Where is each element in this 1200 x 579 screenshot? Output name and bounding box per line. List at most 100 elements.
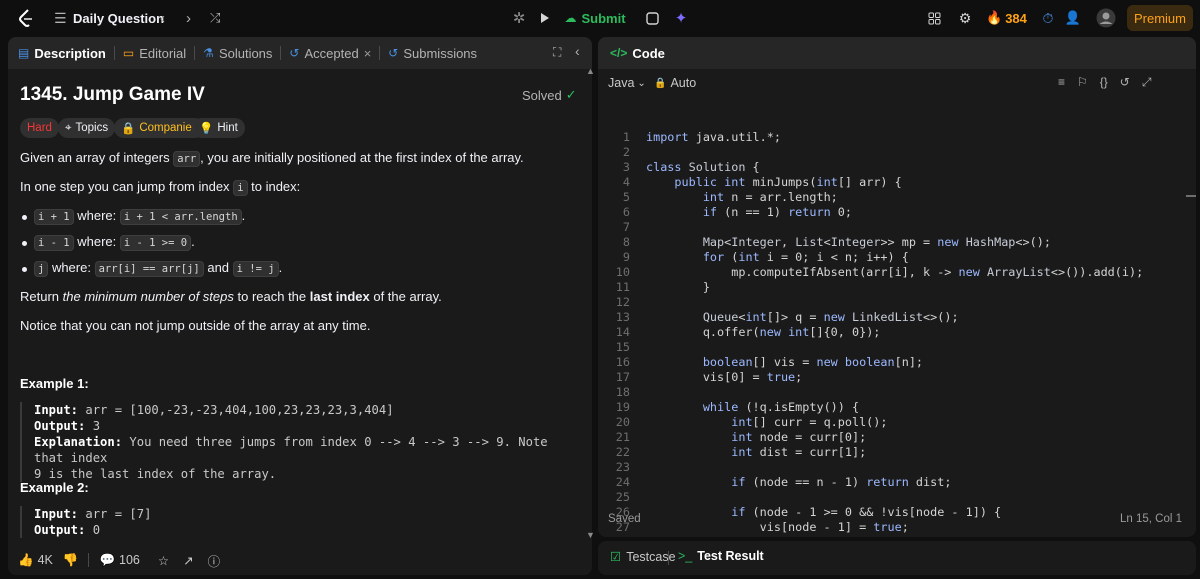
code-line[interactable]: 14 q.offer(new int[]{0, 0}); xyxy=(598,325,1188,340)
timer-icon[interactable]: ⏱ xyxy=(1038,6,1058,30)
premium-button[interactable]: Premium xyxy=(1127,5,1193,31)
maximize-icon[interactable]: ⛶ xyxy=(553,45,561,60)
language-select[interactable]: Java ⌄ xyxy=(608,70,646,96)
code-line[interactable]: 11 } xyxy=(598,280,1188,295)
tab-code[interactable]: </> Code xyxy=(604,37,671,69)
code-line[interactable]: 16 boolean[] vis = new boolean[n]; xyxy=(598,355,1188,370)
format-lines-icon[interactable]: ≡ xyxy=(1058,75,1065,90)
code-line[interactable]: 23 xyxy=(598,460,1188,475)
topics-label: Topics xyxy=(75,122,109,134)
code-line[interactable]: 8 Map<Integer, List<Integer>> mp = new H… xyxy=(598,235,1188,250)
reset-icon[interactable]: ↺ xyxy=(1120,75,1130,90)
tab-solutions[interactable]: ⚗ Solutions xyxy=(197,37,278,69)
line-number: 18 xyxy=(615,385,630,399)
tab-accepted[interactable]: ↺ Accepted × xyxy=(283,37,377,69)
bullet-item-2: i - 1 where: i - 1 >= 0. xyxy=(34,234,195,251)
panel-resizer[interactable] xyxy=(593,37,597,575)
code-line[interactable]: 15 xyxy=(598,340,1188,355)
code-text: mp.computeIfAbsent(arr[i], k -> new Arra… xyxy=(646,265,1144,279)
line-number: 14 xyxy=(615,325,630,339)
run-button[interactable] xyxy=(533,5,557,31)
comments-button[interactable]: 💬 106 xyxy=(99,553,139,568)
code-line[interactable]: 10 mp.computeIfAbsent(arr[i], k -> new A… xyxy=(598,265,1188,280)
companies-chip[interactable]: 🔒 Companies xyxy=(114,118,205,138)
leetcode-logo-icon[interactable] xyxy=(18,0,34,36)
line-number: 5 xyxy=(622,190,630,204)
code-text: vis[node - 1] = true; xyxy=(646,520,909,534)
code-line[interactable]: 2 xyxy=(598,145,1188,160)
favorite-star-icon[interactable]: ☆ xyxy=(158,553,169,568)
code-line[interactable]: 9 for (int i = 0; i < n; i++) { xyxy=(598,250,1188,265)
lock-icon: 🔒 xyxy=(121,123,136,135)
settings-gear-icon[interactable]: ⚙ xyxy=(955,6,975,30)
add-friend-icon[interactable]: 👤 xyxy=(1063,6,1083,30)
code-tab-bar: </> Code xyxy=(598,37,1196,69)
scroll-down-icon[interactable]: ▼ xyxy=(586,530,595,540)
code-line[interactable]: 24 if (node == n - 1) return dist; xyxy=(598,475,1188,490)
debug-icon[interactable]: ✲ xyxy=(508,6,530,30)
scrollbar-thumb[interactable] xyxy=(1186,195,1196,197)
code-line[interactable]: 21 int node = curr[0]; xyxy=(598,430,1188,445)
line-number: 13 xyxy=(615,310,630,324)
tab-divider xyxy=(668,551,669,565)
code-line[interactable]: 6 if (n == 1) return 0; xyxy=(598,205,1188,220)
ai-sparkle-icon[interactable]: ✦ xyxy=(671,6,691,30)
bullet-item-3: j where: arr[i] == arr[j] and i != j. xyxy=(34,260,282,277)
prev-problem-icon[interactable]: ‹ xyxy=(160,0,165,36)
code-line[interactable]: 5 int n = arr.length; xyxy=(598,190,1188,205)
expand-icon[interactable]: ⤢ xyxy=(1142,75,1152,90)
like-button[interactable]: 👍 4K xyxy=(18,553,53,568)
submit-button[interactable]: ☁ Submit xyxy=(560,5,630,31)
tab-accepted-label: Accepted xyxy=(304,45,359,61)
code-line[interactable]: 22 int dist = curr[1]; xyxy=(598,445,1188,460)
auto-mode-toggle[interactable]: 🔒 Auto xyxy=(654,70,696,96)
code-line[interactable]: 13 Queue<int[]> q = new LinkedList<>(); xyxy=(598,310,1188,325)
code-line[interactable]: 20 int[] curr = q.poll(); xyxy=(598,415,1188,430)
code-line[interactable]: 7 xyxy=(598,220,1188,235)
cursor-position: Ln 15, Col 1 xyxy=(1119,513,1182,525)
tab-testcase[interactable]: ☑ Testcase xyxy=(610,549,676,565)
dislike-button[interactable]: 👎 xyxy=(63,553,79,568)
bookmark-icon[interactable]: ⚐ xyxy=(1077,75,1088,90)
tab-description[interactable]: ▤ Description xyxy=(12,37,112,69)
share-icon[interactable]: ↗ xyxy=(183,553,193,568)
line-number: 17 xyxy=(615,370,630,384)
avatar[interactable] xyxy=(1094,6,1118,30)
hint-chip[interactable]: 💡 Hint xyxy=(192,118,245,138)
difficulty-badge: Hard xyxy=(20,118,59,138)
code-line[interactable]: 12 xyxy=(598,295,1188,310)
problem-list-icon[interactable]: ☰ xyxy=(54,0,67,36)
streak-counter[interactable]: 🔥 384 xyxy=(986,0,1027,36)
shuffle-icon[interactable]: ⤮ xyxy=(210,0,220,36)
tab-submissions[interactable]: ↺ Submissions xyxy=(382,37,483,69)
line-number: 21 xyxy=(615,430,630,444)
thumbs-down-icon: 👎 xyxy=(62,552,79,567)
code-line[interactable]: 19 while (!q.isEmpty()) { xyxy=(598,400,1188,415)
code-line[interactable]: 4 public int minJumps(int[] arr) { xyxy=(598,175,1188,190)
code-line[interactable]: 18 xyxy=(598,385,1188,400)
example-1-box: Input: arr = [100,-23,-23,404,100,23,23,… xyxy=(20,402,580,482)
solved-label: Solved xyxy=(522,87,562,103)
next-problem-icon[interactable]: › xyxy=(186,0,191,36)
code-line[interactable]: 27 vis[node - 1] = true; xyxy=(598,520,1188,535)
tab-editorial[interactable]: ▭ Editorial xyxy=(117,37,192,69)
tag-icon: ⌖ xyxy=(65,121,72,134)
code-line[interactable]: 17 vis[0] = true; xyxy=(598,370,1188,385)
help-icon[interactable]: ⓘ xyxy=(208,551,221,570)
tab-test-result[interactable]: >_ Test Result xyxy=(678,549,764,563)
braces-icon[interactable]: {} xyxy=(1100,75,1108,90)
code-text: while (!q.isEmpty()) { xyxy=(702,400,860,414)
notes-icon[interactable] xyxy=(642,6,662,30)
code-line[interactable]: 26 if (node - 1 >= 0 && !vis[node - 1]) … xyxy=(598,505,1188,520)
problem-paragraph-3: Return the minimum number of steps to re… xyxy=(20,289,442,304)
daily-question-label[interactable]: Daily Question xyxy=(73,0,164,36)
topics-chip[interactable]: ⌖ Topics xyxy=(58,118,116,138)
collapse-icon[interactable]: ‹ xyxy=(575,43,580,59)
code-line[interactable]: 1 import java.util.*; xyxy=(598,130,1188,145)
code-line[interactable]: 25 xyxy=(598,490,1188,505)
code-line[interactable]: 3 class Solution { xyxy=(598,160,1188,175)
close-tab-icon[interactable]: × xyxy=(364,46,372,61)
layout-grid-icon[interactable] xyxy=(924,6,944,30)
code-brackets-icon: </> xyxy=(610,46,628,60)
scroll-up-icon[interactable]: ▲ xyxy=(586,66,595,76)
